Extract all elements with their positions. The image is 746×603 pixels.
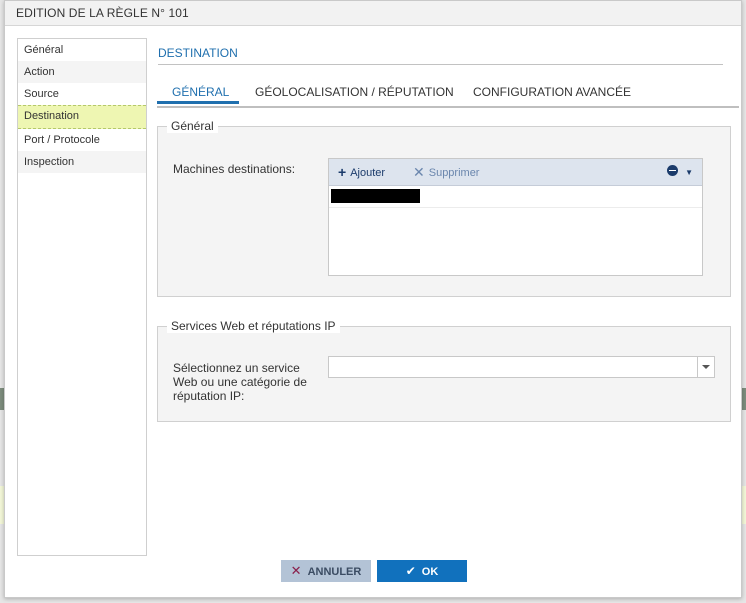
redacted-entry bbox=[331, 189, 420, 203]
tab-general[interactable]: GÉNÉRAL bbox=[157, 83, 239, 104]
machines-grid: + Ajouter ✕ Supprimer ▼ bbox=[328, 158, 703, 276]
sidebar-item-action[interactable]: Action bbox=[18, 61, 146, 83]
sidebar-item-source[interactable]: Source bbox=[18, 83, 146, 105]
grid-toolbar: + Ajouter ✕ Supprimer ▼ bbox=[329, 159, 702, 186]
tab-bar: GÉNÉRAL GÉOLOCALISATION / RÉPUTATION CON… bbox=[157, 83, 739, 108]
sidebar-item-general[interactable]: Général bbox=[18, 39, 146, 61]
sidebar-item-inspection[interactable]: Inspection bbox=[18, 151, 146, 173]
sidebar-nav: Général Action Source Destination Port /… bbox=[17, 38, 147, 556]
x-icon: ✕ bbox=[413, 164, 425, 180]
cancel-button-label: ANNULER bbox=[307, 566, 362, 578]
chevron-down-icon: ▼ bbox=[685, 168, 693, 177]
service-select-label: Sélectionnez un service Web ou une catég… bbox=[173, 361, 307, 403]
sidebar-item-port-protocole[interactable]: Port / Protocole bbox=[18, 129, 146, 151]
add-button-label: Ajouter bbox=[350, 167, 386, 179]
service-select[interactable] bbox=[328, 356, 715, 378]
services-legend: Services Web et réputations IP bbox=[167, 319, 340, 333]
circle-minus-icon bbox=[667, 165, 679, 176]
general-legend: Général bbox=[167, 119, 218, 133]
delete-button-label: Supprimer bbox=[428, 167, 480, 179]
machines-destinations-label: Machines destinations: bbox=[173, 162, 296, 176]
background-highlight-right bbox=[742, 486, 746, 524]
sidebar-item-destination[interactable]: Destination bbox=[18, 105, 146, 129]
plus-icon: + bbox=[338, 164, 347, 180]
tab-configuration-avancee[interactable]: CONFIGURATION AVANCÉE bbox=[473, 83, 631, 104]
tab-geolocalisation[interactable]: GÉOLOCALISATION / RÉPUTATION bbox=[255, 83, 454, 104]
check-icon: ✔ bbox=[405, 564, 416, 578]
cancel-button[interactable]: ✕ ANNULER bbox=[281, 560, 371, 582]
dialog-title: EDITION DE LA RÈGLE N° 101 bbox=[5, 1, 741, 26]
ok-button[interactable]: ✔ OK bbox=[377, 560, 467, 582]
rule-edit-dialog: EDITION DE LA RÈGLE N° 101 Général Actio… bbox=[4, 0, 742, 598]
ok-button-label: OK bbox=[421, 566, 439, 578]
section-title: DESTINATION bbox=[158, 46, 723, 65]
add-button[interactable]: + Ajouter bbox=[338, 159, 385, 185]
background-strip-right bbox=[742, 388, 746, 410]
delete-button[interactable]: ✕ Supprimer bbox=[413, 159, 479, 185]
chevron-down-icon[interactable] bbox=[697, 357, 714, 377]
table-row[interactable] bbox=[329, 186, 702, 208]
x-icon: ✕ bbox=[290, 563, 302, 578]
grid-menu-button[interactable]: ▼ bbox=[667, 159, 693, 185]
